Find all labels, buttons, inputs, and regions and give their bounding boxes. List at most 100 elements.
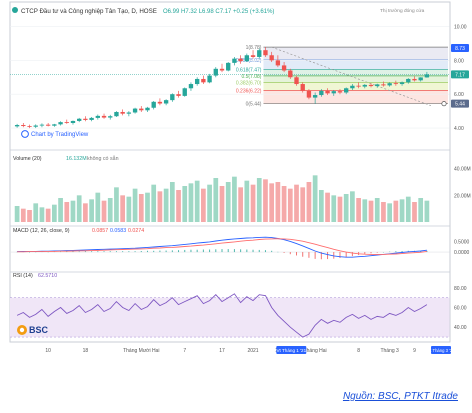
candle-body[interactable] — [219, 68, 225, 71]
candle-body[interactable] — [132, 108, 138, 113]
volume-bar[interactable] — [114, 187, 119, 222]
volume-bar[interactable] — [263, 179, 268, 222]
volume-bar[interactable] — [182, 186, 188, 222]
candle-body[interactable] — [312, 95, 318, 98]
volume-bar[interactable] — [418, 198, 424, 222]
volume-bar[interactable] — [424, 200, 430, 222]
candle-body[interactable] — [14, 125, 20, 127]
volume-bar[interactable] — [20, 208, 26, 222]
candle-body[interactable] — [163, 100, 169, 104]
volume-bar[interactable] — [95, 192, 101, 222]
volume-bar[interactable] — [207, 184, 212, 222]
candle-body[interactable] — [126, 112, 132, 114]
candle-body[interactable] — [362, 84, 367, 87]
volume-bar[interactable] — [201, 188, 206, 222]
volume-bar[interactable] — [157, 191, 163, 222]
volume-bar[interactable] — [275, 182, 281, 222]
candle-body[interactable] — [319, 90, 324, 96]
candle-body[interactable] — [375, 84, 380, 87]
volume-bar[interactable] — [393, 200, 399, 222]
candle-body[interactable] — [294, 77, 299, 85]
candle-body[interactable] — [27, 126, 32, 127]
volume-bar[interactable] — [33, 203, 39, 222]
candle-body[interactable] — [356, 85, 361, 87]
candle-body[interactable] — [170, 94, 175, 101]
candle-body[interactable] — [120, 111, 125, 114]
candle-body[interactable] — [151, 101, 156, 108]
volume-bar[interactable] — [138, 194, 144, 222]
candle-body[interactable] — [207, 75, 212, 83]
candle-body[interactable] — [45, 124, 51, 126]
candle-body[interactable] — [114, 111, 119, 117]
volume-bar[interactable] — [362, 199, 368, 222]
candle-body[interactable] — [232, 58, 237, 63]
candle-body[interactable] — [101, 115, 107, 118]
candle-body[interactable] — [64, 122, 69, 123]
volume-bar[interactable] — [58, 198, 63, 222]
volume-bar[interactable] — [374, 198, 380, 222]
volume-bar[interactable] — [101, 200, 107, 222]
candle-body[interactable] — [406, 78, 411, 83]
candle-body[interactable] — [300, 84, 305, 91]
candle-body[interactable] — [344, 88, 349, 93]
candle-body[interactable] — [39, 124, 45, 126]
volume-bar[interactable] — [225, 182, 231, 222]
candle-body[interactable] — [288, 70, 293, 78]
candle-body[interactable] — [250, 55, 256, 57]
candle-body[interactable] — [412, 78, 417, 81]
volume-bar[interactable] — [244, 180, 250, 222]
candle-body[interactable] — [350, 85, 355, 89]
candle-body[interactable] — [331, 91, 336, 94]
candle-body[interactable] — [139, 108, 144, 111]
candle-body[interactable] — [108, 116, 113, 118]
candle-body[interactable] — [95, 115, 100, 118]
volume-bar[interactable] — [194, 180, 200, 222]
candle-body[interactable] — [281, 65, 287, 71]
candle-body[interactable] — [188, 84, 194, 89]
volume-bar[interactable] — [107, 198, 113, 222]
candle-body[interactable] — [368, 84, 374, 87]
volume-bar[interactable] — [399, 199, 405, 222]
volume-bar[interactable] — [312, 175, 318, 222]
volume-bar[interactable] — [83, 203, 88, 222]
volume-bar[interactable] — [27, 210, 32, 222]
candle-body[interactable] — [257, 50, 262, 57]
candle-body[interactable] — [269, 55, 274, 61]
candle-body[interactable] — [325, 90, 330, 94]
volume-bar[interactable] — [368, 200, 374, 222]
volume-bar[interactable] — [238, 187, 243, 222]
candle-body[interactable] — [21, 125, 26, 127]
volume-bar[interactable] — [126, 196, 132, 222]
volume-bar[interactable] — [219, 186, 225, 222]
volume-bar[interactable] — [176, 190, 181, 222]
candle-body[interactable] — [194, 78, 200, 85]
volume-bar[interactable] — [45, 208, 51, 222]
candle-body[interactable] — [89, 117, 94, 120]
candle-body[interactable] — [226, 62, 231, 71]
candle-body[interactable] — [381, 84, 386, 86]
candle-body[interactable] — [52, 124, 57, 126]
volume-bar[interactable] — [318, 190, 324, 222]
volume-bar[interactable] — [300, 187, 306, 222]
fib-anchor-point[interactable] — [441, 101, 447, 107]
volume-bar[interactable] — [188, 183, 194, 222]
candle-body[interactable] — [176, 94, 181, 96]
candle-body[interactable] — [157, 101, 163, 104]
candle-body[interactable] — [83, 118, 88, 120]
candle-body[interactable] — [337, 91, 343, 93]
candle-body[interactable] — [424, 74, 430, 78]
candle-body[interactable] — [275, 60, 281, 66]
candle-body[interactable] — [306, 90, 312, 98]
volume-bar[interactable] — [331, 195, 337, 222]
volume-bar[interactable] — [250, 184, 256, 222]
volume-bar[interactable] — [337, 196, 343, 222]
volume-bar[interactable] — [213, 178, 219, 222]
volume-bar[interactable] — [350, 191, 355, 222]
volume-bar[interactable] — [269, 183, 275, 222]
candle-body[interactable] — [238, 58, 243, 62]
volume-bar[interactable] — [39, 207, 45, 222]
volume-bar[interactable] — [76, 195, 82, 222]
volume-bar[interactable] — [387, 203, 393, 222]
volume-bar[interactable] — [343, 194, 349, 222]
volume-bar[interactable] — [120, 195, 126, 222]
